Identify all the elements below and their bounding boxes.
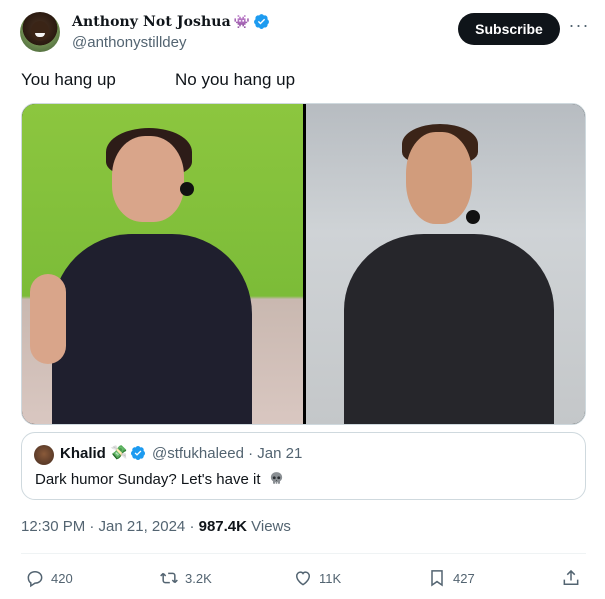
author-name-emoji: 👾 [233,13,250,29]
subscribe-button[interactable]: Subscribe [458,13,560,45]
quoted-author-handle-date[interactable]: @stfukhaleed · Jan 21 [152,445,302,462]
image-panel-left [22,104,303,424]
repost-count: 3.2K [185,570,212,586]
skull-icon [270,472,282,484]
woman-figure-arm [30,274,66,364]
like-button[interactable]: 11K [293,564,341,592]
views-label: Views [246,518,291,535]
quoted-post[interactable]: Khalid 💸 @stfukhaleed · Jan 21 Dark humo… [21,432,586,500]
more-options-icon[interactable]: ··· [568,15,590,41]
headset-icon [180,182,194,196]
action-bar: 420 3.2K 11K 427 [21,564,586,592]
woman-figure-head [112,136,184,222]
author-avatar[interactable] [20,12,60,52]
quoted-author-name[interactable]: Khalid [60,445,106,462]
author-display-name[interactable]: Anthony Not Joshua [72,14,231,30]
quoted-name-emoji: 💸 [110,444,128,460]
quoted-author-avatar[interactable] [34,445,54,465]
like-count: 11K [319,570,342,586]
post-meta: 12:30 PM · Jan 21, 2024 · 987.4K Views [21,518,291,535]
bookmark-icon [431,570,443,587]
share-button[interactable] [561,564,581,592]
quoted-post-text-content: Dark humor Sunday? Let's have it [35,471,261,488]
heart-icon [295,571,311,586]
bookmark-button[interactable]: 427 [427,564,475,592]
share-icon [563,569,579,585]
post-header: Anthony Not Joshua 👾 @anthonystilldey Su… [20,12,590,56]
quoted-post-text: Dark humor Sunday? Let's have it [35,471,284,488]
author-handle[interactable]: @anthonystilldey [72,34,186,51]
repost-icon [160,572,178,584]
post-image[interactable] [21,103,586,425]
man-figure-head [406,132,472,224]
author-name-row[interactable]: Anthony Not Joshua 👾 [72,13,270,30]
verified-badge-icon [254,14,269,29]
views-count[interactable]: 987.4K [199,518,247,535]
image-panel-right [306,104,585,424]
reply-button[interactable]: 420 [25,564,73,592]
divider [21,553,586,554]
caption-right: No you hang up [175,70,296,89]
avatar-face [31,21,49,41]
repost-button[interactable]: 3.2K [159,564,212,592]
post-timestamp[interactable]: 12:30 PM · Jan 21, 2024 · [21,518,199,535]
man-figure-body [344,234,554,424]
bookmark-count: 427 [453,570,475,586]
verified-badge-icon [131,446,145,460]
reply-count: 420 [51,570,73,586]
woman-figure-body [52,234,252,424]
caption-left: You hang up [21,70,116,89]
headset-icon [466,210,480,224]
reply-icon [27,570,43,588]
